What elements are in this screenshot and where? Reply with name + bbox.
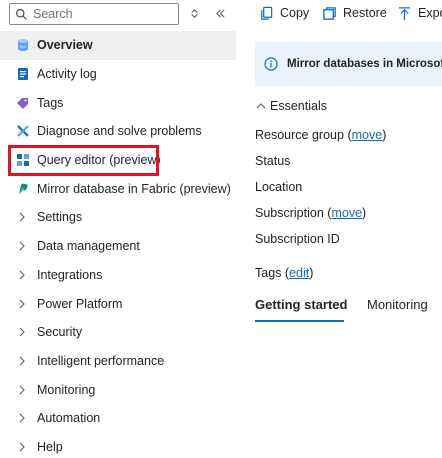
info-icon [264,57,278,71]
search-input[interactable] [33,7,173,21]
sidebar-group-help[interactable]: Help [0,433,236,458]
restore-label: Restore [343,6,387,20]
subscription-id-label: Subscription ID [255,232,340,246]
sidebar-group-monitoring[interactable]: Monitoring [0,375,236,404]
sidebar-group-security[interactable]: Security [0,318,236,347]
edit-link[interactable]: edit [289,266,309,280]
sidebar-group-label: Help [37,439,63,454]
sidebar-item-diagnose[interactable]: Diagnose and solve problems [0,117,236,146]
export-label: Expo [418,6,442,20]
info-banner-text: Mirror databases in Microsoft F [287,58,442,70]
sidebar-group-label: Automation [37,411,101,426]
tab-monitoring[interactable]: Monitoring [367,297,428,318]
essentials-resource-group: Resource group (move) [255,128,386,142]
copy-label: Copy [280,6,310,20]
chevron-right-icon [17,298,29,310]
sidebar-item-label: Tags [37,95,64,110]
sidebar-item-label: Query editor (preview) [37,153,161,168]
sidebar-group-settings[interactable]: Settings [0,203,236,232]
essentials-toggle[interactable]: Essentials [256,99,327,113]
move-link[interactable]: move [331,206,362,220]
sidebar: SQL Overview Activity log Tags [0,0,236,458]
tab-label: Getting started [255,297,348,312]
sidebar-group-automation[interactable]: Automation [0,404,236,433]
sidebar-group-label: Data management [37,239,140,254]
sidebar-item-query-editor[interactable]: Query editor (preview) [0,146,236,175]
chevron-right-icon [17,240,29,252]
sidebar-item-mirror-fabric[interactable]: Mirror database in Fabric (preview) [0,174,236,203]
sidebar-group-label: Settings [37,210,83,225]
sidebar-group-label: Power Platform [37,296,123,311]
active-tab-indicator [255,320,344,322]
location-label: Location [255,180,303,194]
sidebar-group-intelligent-performance[interactable]: Intelligent performance [0,347,236,376]
paren-close: ) [362,206,367,220]
chevron-right-icon [17,384,29,396]
chevron-right-icon [17,355,29,367]
sidebar-nav: SQL Overview Activity log Tags Diagnose … [0,31,236,458]
sidebar-item-label: Mirror database in Fabric (preview) [37,181,231,196]
sidebar-group-integrations[interactable]: Integrations [0,261,236,290]
sort-toggle-icon[interactable] [186,5,202,21]
status-label: Status [255,154,291,168]
svg-text:SQL: SQL [20,45,27,49]
sidebar-item-tags[interactable]: Tags [0,88,236,117]
sql-database-icon: SQL [16,38,30,52]
sidebar-item-label: Diagnose and solve problems [37,124,202,139]
essentials-status: Status [255,154,290,168]
chevron-up-icon [256,103,266,109]
export-button[interactable]: Expo [397,4,442,22]
essentials-subscription: Subscription (move) [255,206,366,220]
app-root: SQL Overview Activity log Tags [0,0,442,458]
command-bar: Copy Restore Expo [236,0,442,27]
sidebar-group-label: Intelligent performance [37,353,165,368]
sidebar-item-label: Overview [37,38,93,53]
tab-getting-started[interactable]: Getting started [255,297,347,318]
export-icon [398,6,411,20]
chevron-right-icon [17,269,29,281]
essentials-title: Essentials [270,99,327,113]
paren-close: ) [309,266,314,280]
chevron-right-icon [17,441,29,453]
tags-label: Tags [255,266,282,280]
sidebar-item-overview[interactable]: SQL Overview [0,31,236,60]
essentials-location: Location [255,180,302,194]
sidebar-group-label: Integrations [37,267,103,282]
copy-icon [261,6,273,20]
essentials-subscription-id: Subscription ID [255,232,340,246]
subscription-label: Subscription [255,206,324,220]
fabric-icon [16,182,30,196]
resource-group-label: Resource group [255,128,344,142]
sidebar-group-label: Monitoring [37,382,96,397]
tag-icon [16,96,30,110]
move-link[interactable]: move [352,128,383,142]
main-content: Copy Restore Expo Mirror databases in Mi… [236,0,442,458]
sidebar-group-power-platform[interactable]: Power Platform [0,289,236,318]
tab-label: Monitoring [367,297,428,312]
paren-close: ) [382,128,387,142]
search-box[interactable] [9,3,179,25]
info-banner: Mirror databases in Microsoft F [255,42,442,86]
chevron-right-icon [17,211,29,223]
sidebar-item-activity-log[interactable]: Activity log [0,60,236,89]
collapse-sidebar-icon[interactable] [212,5,228,21]
chevron-right-icon [17,326,29,338]
sidebar-group-label: Security [37,325,83,340]
wrench-icon [16,124,30,138]
restore-icon [323,6,336,20]
search-icon [16,8,27,20]
query-editor-icon [16,153,30,167]
activity-log-icon [16,67,30,81]
chevron-right-icon [17,412,29,424]
essentials-tags: Tags (edit) [255,266,313,280]
sidebar-group-data-management[interactable]: Data management [0,232,236,261]
sidebar-item-label: Activity log [37,67,97,82]
restore-button[interactable]: Restore [322,4,387,22]
copy-button[interactable]: Copy [259,4,309,22]
